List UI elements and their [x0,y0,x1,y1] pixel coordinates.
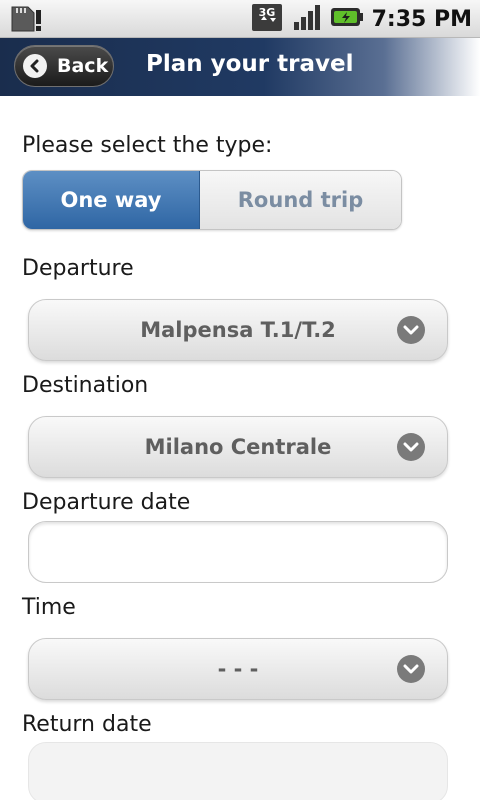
departure-dropdown[interactable]: Malpensa T.1/T.2 [28,299,448,361]
chevron-down-icon [397,655,425,683]
back-button-label: Back [57,55,109,77]
battery-charging-icon [330,4,364,34]
3g-data-icon: 3G [251,2,284,36]
time-label: Time [22,595,76,620]
back-button[interactable]: Back [14,45,114,87]
chevron-down-icon [397,316,425,344]
destination-dropdown[interactable]: Milano Centrale [28,416,448,478]
svg-text:3G: 3G [258,6,275,19]
departure-date-field[interactable] [28,521,448,583]
trip-type-label: Please select the type: [22,133,273,158]
destination-value: Milano Centrale [144,435,332,459]
chevron-down-icon [397,433,425,461]
destination-label: Destination [22,373,149,398]
clock: 7:35 PM [371,6,472,32]
sd-card-alert-icon [8,4,44,38]
departure-date-label: Departure date [22,490,191,515]
time-dropdown[interactable]: - - - [28,638,448,700]
app-header: Back Plan your travel [0,38,480,96]
departure-label: Departure [22,256,134,281]
status-bar: 3G 7:35 PM [0,0,480,38]
departure-value: Malpensa T.1/T.2 [140,318,336,342]
page-title: Plan your travel [146,51,354,77]
signal-icon [292,2,322,36]
back-arrow-icon [23,54,47,78]
round-trip-option[interactable]: Round trip [200,171,401,229]
return-date-field [28,742,448,800]
return-date-label: Return date [22,712,152,737]
time-value: - - - [217,657,259,681]
one-way-option[interactable]: One way [23,171,200,229]
trip-type-selector: One way Round trip [22,170,402,230]
